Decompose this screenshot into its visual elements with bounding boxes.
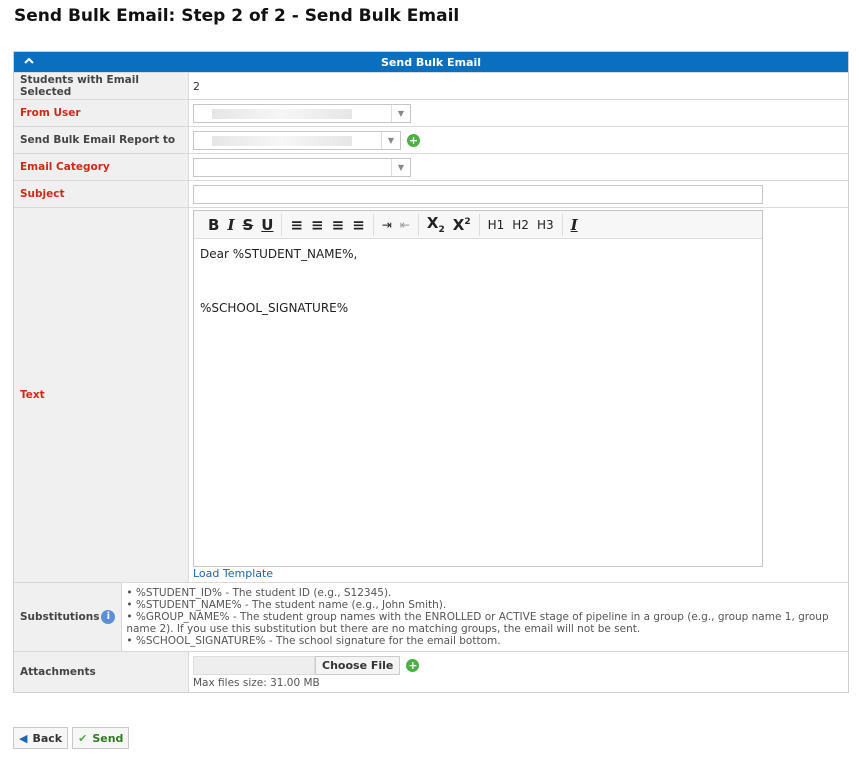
align-center-icon[interactable]: ≡ [307, 216, 328, 234]
substitution-item: • %STUDENT_ID% - The student ID (e.g., S… [126, 587, 392, 599]
file-input[interactable] [193, 655, 315, 675]
substitution-item: • %SCHOOL_SIGNATURE% - The school signat… [126, 635, 501, 647]
attachments-label: Attachments [14, 652, 189, 692]
text-label: Text [14, 208, 189, 582]
collapse-icon[interactable] [24, 56, 34, 66]
info-icon[interactable]: i [101, 610, 116, 624]
chevron-down-icon[interactable]: ▼ [381, 131, 400, 149]
students-label: Students with Email Selected [14, 73, 189, 99]
from-user-select[interactable]: ▼ [193, 103, 411, 123]
heading1-button[interactable]: H1 [484, 218, 509, 232]
underline-icon[interactable]: U [257, 216, 277, 234]
chevron-down-icon[interactable]: ▼ [391, 104, 410, 122]
substitutions-label-text: Substitutions [20, 611, 100, 623]
report-to-select[interactable]: ▼ [193, 130, 401, 150]
row-students: Students with Email Selected 2 [14, 72, 848, 99]
report-to-label: Send Bulk Email Report to [14, 127, 189, 153]
back-button[interactable]: ◀ Back [13, 727, 69, 749]
superscript-icon[interactable]: X2 [449, 216, 475, 234]
row-text: Text B I S U ≡ ≡ ≡ ≡ ⇥ ⇤ X2 X2 H1 H2 H3 … [14, 207, 848, 582]
redacted-value [212, 135, 352, 146]
row-from-user: From User ▼ [14, 99, 848, 126]
editor-toolbar: B I S U ≡ ≡ ≡ ≡ ⇥ ⇤ X2 X2 H1 H2 H3 I [194, 211, 762, 239]
substitutions-label: Substitutions i [14, 583, 123, 651]
add-icon[interactable]: + [407, 133, 420, 147]
check-icon: ✔ [78, 731, 88, 745]
row-attachments: Attachments Choose File + Max files size… [14, 651, 848, 692]
students-value: 2 [193, 79, 200, 93]
italic-icon[interactable]: I [223, 216, 238, 234]
editor-body[interactable]: Dear %STUDENT_NAME%, %SCHOOL_SIGNATURE% [194, 239, 762, 566]
back-label: Back [32, 731, 63, 745]
subject-input[interactable] [193, 184, 763, 204]
align-right-icon[interactable]: ≡ [328, 216, 349, 234]
subscript-icon[interactable]: X2 [423, 214, 449, 235]
send-label: Send [92, 731, 124, 745]
row-report-to: Send Bulk Email Report to ▼ + [14, 126, 848, 153]
clear-format-icon[interactable]: I [567, 216, 582, 234]
bold-icon[interactable]: B [204, 216, 223, 234]
subject-label: Subject [14, 181, 189, 207]
choose-file-button[interactable]: Choose File [315, 655, 401, 675]
substitutions-list: • %STUDENT_ID% - The student ID (e.g., S… [122, 583, 848, 651]
category-select[interactable]: ▼ [193, 157, 411, 177]
align-left-icon[interactable]: ≡ [286, 216, 307, 234]
substitution-item: • %STUDENT_NAME% - The student name (e.g… [126, 599, 447, 611]
add-icon[interactable]: + [406, 658, 420, 672]
editor-line-2: %SCHOOL_SIGNATURE% [200, 301, 349, 315]
panel-header[interactable]: Send Bulk Email [14, 52, 848, 72]
bulk-email-panel: Send Bulk Email Students with Email Sele… [13, 51, 849, 693]
from-user-label: From User [14, 100, 189, 126]
category-label: Email Category [14, 154, 189, 180]
load-template-link[interactable]: Load Template [193, 567, 844, 580]
back-arrow-icon: ◀ [19, 731, 28, 745]
row-subject: Subject [14, 180, 848, 207]
row-substitutions: Substitutions i • %STUDENT_ID% - The stu… [14, 582, 848, 651]
action-bar: ◀ Back ✔ Send [13, 727, 130, 749]
heading2-button[interactable]: H2 [508, 218, 533, 232]
max-size-text: Max files size: 31.00 MB [193, 676, 320, 689]
page-title: Send Bulk Email: Step 2 of 2 - Send Bulk… [14, 6, 460, 26]
strikethrough-icon[interactable]: S [238, 216, 257, 234]
outdent-icon[interactable]: ⇤ [396, 218, 414, 232]
redacted-value [212, 108, 352, 119]
row-category: Email Category ▼ [14, 153, 848, 180]
chevron-down-icon[interactable]: ▼ [391, 158, 410, 176]
align-justify-icon[interactable]: ≡ [348, 216, 369, 234]
heading3-button[interactable]: H3 [533, 218, 558, 232]
panel-title: Send Bulk Email [381, 55, 481, 69]
send-button[interactable]: ✔ Send [72, 727, 130, 749]
rich-text-editor[interactable]: B I S U ≡ ≡ ≡ ≡ ⇥ ⇤ X2 X2 H1 H2 H3 I Dea… [193, 210, 763, 567]
editor-line-1: Dear %STUDENT_NAME%, [200, 247, 358, 261]
indent-icon[interactable]: ⇥ [378, 218, 396, 232]
substitution-item: • %GROUP_NAME% - The student group names… [126, 611, 829, 635]
